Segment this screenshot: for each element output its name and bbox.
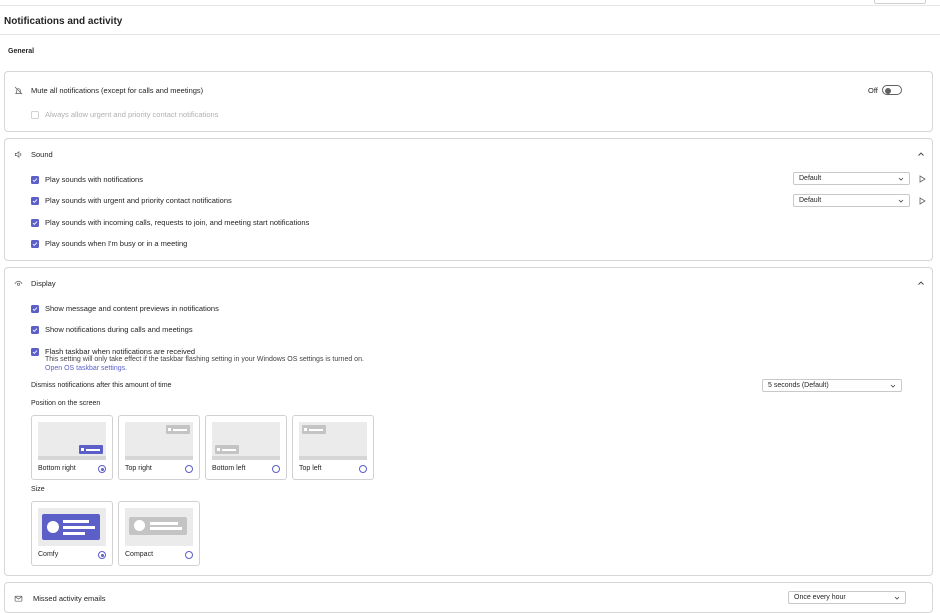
chevron-down-icon	[898, 198, 904, 204]
position-preview	[299, 422, 367, 460]
position-radio[interactable]	[185, 465, 193, 473]
sound-item-label: Play sounds with urgent and priority con…	[45, 196, 232, 205]
sound-item-label: Play sounds with notifications	[45, 175, 143, 184]
sound-item-label: Play sounds when I'm busy or in a meetin…	[45, 239, 188, 248]
sound-item-urgent[interactable]: Play sounds with urgent and priority con…	[31, 196, 232, 205]
select-value: Default	[799, 197, 822, 204]
chevron-down-icon	[898, 176, 904, 182]
position-tile-bottom-right[interactable]: Bottom right	[31, 415, 113, 480]
flash-taskbar-note: This setting will only take effect if th…	[45, 356, 364, 363]
size-label-text: Comfy	[38, 551, 59, 558]
display-item-label: Show notifications during calls and meet…	[45, 325, 193, 334]
mail-icon	[14, 594, 23, 603]
position-radio[interactable]	[272, 465, 280, 473]
missed-activity-label: Missed activity emails	[33, 594, 106, 603]
position-label-text: Top right	[125, 465, 152, 472]
sound-item-checkbox[interactable]	[31, 196, 39, 205]
position-tile-top-left[interactable]: Top left	[292, 415, 374, 480]
chevron-down-icon	[894, 595, 900, 601]
top-toolbar-button[interactable]	[874, 0, 926, 4]
collapse-display-chevron-icon[interactable]	[917, 279, 925, 287]
mute-toggle-label: Off	[868, 86, 878, 95]
display-card: Display Show message and content preview…	[4, 267, 933, 576]
sound-urgent-select[interactable]: Default	[793, 194, 910, 207]
dismiss-select[interactable]: 5 seconds (Default)	[762, 379, 902, 392]
chevron-down-icon	[890, 383, 896, 389]
position-preview	[38, 422, 106, 460]
notification-toast-preview	[166, 425, 190, 434]
display-item-label: Flash taskbar when notifications are rec…	[45, 347, 196, 356]
size-tile-compact[interactable]: Compact	[118, 501, 200, 566]
select-value: 5 seconds (Default)	[768, 382, 829, 389]
display-item-during-calls[interactable]: Show notifications during calls and meet…	[31, 325, 193, 334]
sound-item-notifications[interactable]: Play sounds with notifications	[31, 175, 143, 184]
sound-item-label: Play sounds with incoming calls, request…	[45, 218, 310, 227]
notification-toast-preview	[79, 445, 103, 454]
eye-icon	[14, 279, 23, 288]
urgent-allow-label: Always allow urgent and priority contact…	[45, 110, 219, 119]
sound-header: Sound	[31, 150, 53, 159]
compact-card-preview	[129, 517, 187, 535]
display-item-checkbox[interactable]	[31, 347, 39, 356]
display-item-checkbox[interactable]	[31, 304, 39, 313]
urgent-allow-row[interactable]: Always allow urgent and priority contact…	[31, 110, 218, 119]
sound-card: Sound Play sounds with notifications Def…	[4, 138, 933, 261]
position-radio[interactable]	[359, 465, 367, 473]
missed-activity-card: Missed activity emails Once every hour	[4, 582, 933, 613]
open-os-settings-link[interactable]: Open OS taskbar settings.	[45, 365, 127, 372]
size-radio[interactable]	[185, 551, 193, 559]
play-preview-icon[interactable]	[919, 197, 926, 205]
position-preview	[125, 422, 193, 460]
comfy-card-preview	[42, 514, 100, 540]
notification-toast-preview	[215, 445, 239, 454]
urgent-allow-checkbox[interactable]	[31, 110, 39, 119]
size-radio[interactable]	[98, 551, 106, 559]
display-item-flash-taskbar[interactable]: Flash taskbar when notifications are rec…	[31, 347, 195, 356]
sound-item-checkbox[interactable]	[31, 239, 39, 248]
section-heading-general: General	[8, 48, 35, 55]
play-preview-icon[interactable]	[919, 175, 926, 183]
size-preview	[125, 508, 193, 546]
sound-item-calls[interactable]: Play sounds with incoming calls, request…	[31, 218, 309, 227]
position-label-text: Bottom right	[38, 465, 76, 472]
mute-label: Mute all notifications (except for calls…	[31, 86, 204, 95]
notification-toast-preview	[302, 425, 326, 434]
top-toolbar-strip	[0, 0, 940, 6]
page-title: Notifications and activity	[4, 16, 123, 27]
title-divider	[0, 34, 940, 35]
collapse-sound-chevron-icon[interactable]	[917, 150, 925, 158]
display-item-checkbox[interactable]	[31, 325, 39, 334]
display-item-label: Show message and content previews in not…	[45, 304, 219, 313]
position-radio[interactable]	[98, 465, 106, 473]
mute-card: Mute all notifications (except for calls…	[4, 71, 933, 132]
size-tile-comfy[interactable]: Comfy	[31, 501, 113, 566]
position-label-text: Bottom left	[212, 465, 246, 472]
sound-item-checkbox[interactable]	[31, 175, 39, 184]
toggle-knob	[885, 87, 891, 94]
sound-item-busy[interactable]: Play sounds when I'm busy or in a meetin…	[31, 239, 187, 248]
select-value: Once every hour	[794, 594, 846, 601]
missed-activity-select[interactable]: Once every hour	[788, 591, 906, 604]
position-label-text: Top left	[299, 465, 322, 472]
size-preview	[38, 508, 106, 546]
position-tile-top-right[interactable]: Top right	[118, 415, 200, 480]
size-label: Size	[31, 486, 45, 493]
dismiss-label: Dismiss notifications after this amount …	[31, 382, 172, 389]
display-header: Display	[31, 279, 56, 288]
mute-toggle[interactable]	[882, 85, 902, 95]
position-label: Position on the screen	[31, 400, 101, 407]
size-label-text: Compact	[125, 551, 154, 558]
position-preview	[212, 422, 280, 460]
speaker-icon	[14, 150, 23, 159]
sound-notifications-select[interactable]: Default	[793, 172, 910, 185]
display-item-previews[interactable]: Show message and content previews in not…	[31, 304, 219, 313]
position-tile-bottom-left[interactable]: Bottom left	[205, 415, 287, 480]
select-value: Default	[799, 175, 822, 182]
bell-off-icon	[14, 86, 23, 95]
sound-item-checkbox[interactable]	[31, 218, 39, 227]
